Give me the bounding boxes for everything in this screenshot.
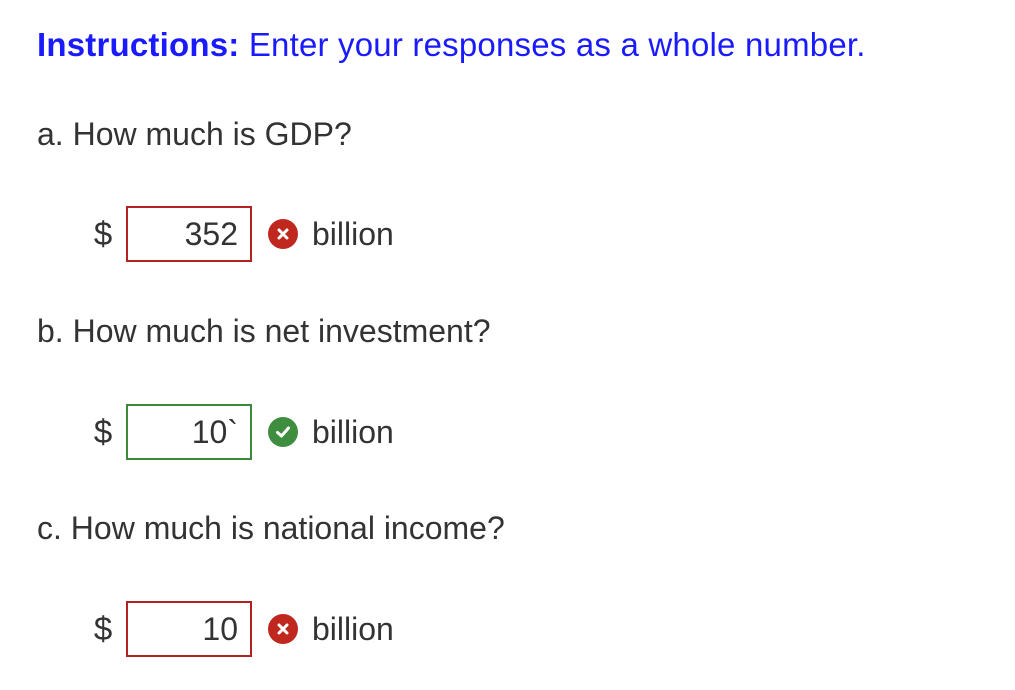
question-a-answer-row: $ billion (80, 205, 394, 263)
x-circle-icon (268, 219, 298, 249)
gdp-answer-input[interactable] (126, 206, 252, 262)
check-circle-icon (268, 417, 298, 447)
question-b-prompt: b. How much is net investment? (37, 313, 491, 349)
currency-symbol: $ (93, 215, 113, 252)
unit-label: billion (312, 610, 394, 647)
unit-label: billion (312, 413, 394, 450)
currency-symbol: $ (93, 610, 113, 647)
question-a-prompt: a. How much is GDP? (37, 116, 352, 152)
instructions-label: Instructions: (37, 26, 240, 63)
question-b-answer-row: $ billion (80, 403, 394, 461)
national-income-answer-input[interactable] (126, 601, 252, 657)
x-circle-icon (268, 614, 298, 644)
net-investment-answer-input[interactable] (126, 404, 252, 460)
question-c-prompt: c. How much is national income? (37, 510, 505, 546)
currency-symbol: $ (93, 413, 113, 450)
unit-label: billion (312, 215, 394, 252)
question-c-answer-row: $ billion (80, 600, 394, 658)
instructions-text: Enter your responses as a whole number. (248, 26, 866, 63)
instructions: Instructions: Enter your responses as a … (37, 26, 866, 64)
